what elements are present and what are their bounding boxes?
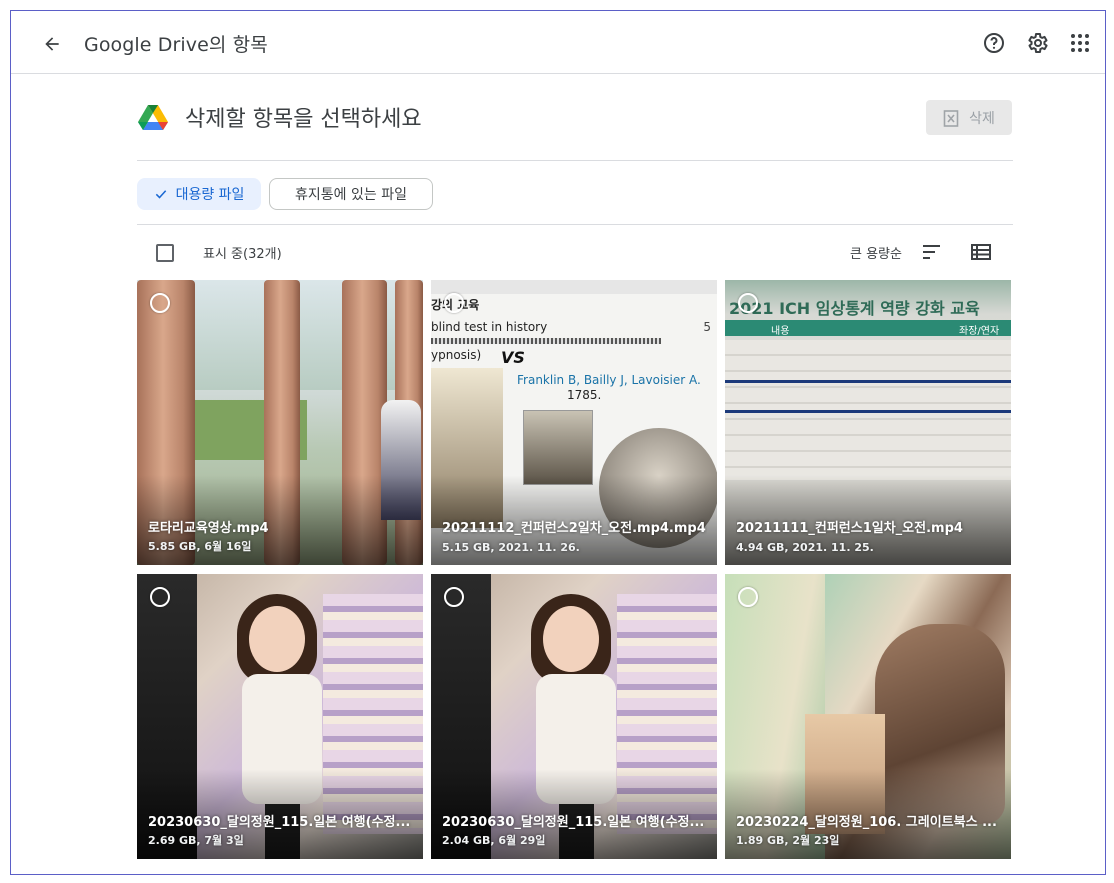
slide-text: ypnosis) — [431, 348, 482, 362]
delete-button[interactable]: 삭제 — [926, 100, 1012, 135]
window-frame: Google Drive의 항목 삭제할 항목을 선택하세요 삭제 대용량 파일… — [10, 10, 1106, 875]
file-meta: 2.69 GB, 7월 3일 — [148, 834, 244, 847]
file-meta: 5.85 GB, 6월 16일 — [148, 540, 252, 553]
slide-text: 1785. — [567, 388, 602, 402]
select-radio[interactable] — [738, 587, 758, 607]
file-name: 20230224_달의정원_106. 그레이트북스 ... — [736, 815, 997, 830]
sort-button[interactable]: 큰 용량순 — [850, 243, 902, 262]
select-radio[interactable] — [150, 293, 170, 313]
select-radio[interactable] — [444, 587, 464, 607]
file-tile[interactable]: 20230630_달의정원_115.일본 여행(수정... 2.69 GB, 7… — [137, 574, 423, 859]
file-name: 20211111_컨퍼런스1일차_오전.mp4 — [736, 521, 963, 536]
back-button[interactable] — [38, 30, 66, 58]
help-circle-icon — [984, 33, 1004, 53]
app-header: Google Drive의 항목 — [11, 11, 1105, 74]
gear-icon — [1028, 33, 1048, 53]
select-radio[interactable] — [738, 293, 758, 313]
file-tile[interactable]: 2021 ICH 임상통계 역량 강화 교육 내용 좌장/연자 20211111… — [725, 280, 1011, 565]
slide-text: blind test in history — [431, 320, 548, 334]
google-drive-logo — [138, 105, 168, 130]
help-button[interactable] — [981, 30, 1007, 56]
file-tile[interactable]: 로타리교육영상.mp4 5.85 GB, 6월 16일 — [137, 280, 423, 565]
filter-chip-label: 대용량 파일 — [175, 187, 245, 203]
file-meta: 5.15 GB, 2021. 11. 26. — [442, 541, 580, 554]
file-tile[interactable]: 20230630_달의정원_115.일본 여행(수정... 2.04 GB, 6… — [431, 574, 717, 859]
divider — [137, 160, 1013, 161]
showing-count: 표시 중(32개) — [203, 247, 282, 262]
filter-chip-trash-files[interactable]: 휴지통에 있는 파일 — [269, 178, 433, 210]
slide-text: 내용 — [771, 326, 790, 337]
slide-text: 좌장/연자 — [959, 326, 1000, 337]
app-title: Google Drive의 항목 — [84, 34, 268, 56]
slide-text: Franklin B, Bailly J, Lavoisier A. — [517, 373, 701, 387]
file-name: 로타리교육영상.mp4 — [148, 521, 269, 536]
page-title: 삭제할 항목을 선택하세요 — [185, 107, 422, 132]
file-meta: 4.94 GB, 2021. 11. 25. — [736, 541, 874, 554]
filter-chip-large-files[interactable]: 대용량 파일 — [137, 178, 261, 210]
select-all-checkbox[interactable] — [156, 244, 174, 262]
apps-grid-icon — [1071, 34, 1089, 52]
delete-icon — [943, 109, 959, 127]
file-name: 20230630_달의정원_115.일본 여행(수정... — [442, 815, 705, 830]
settings-button[interactable] — [1024, 30, 1050, 56]
slide-text: 2021 ICH 임상통계 역량 강화 교육 — [729, 299, 980, 318]
file-name: 20230630_달의정원_115.일본 여행(수정... — [148, 815, 411, 830]
delete-label: 삭제 — [969, 110, 995, 127]
slide-page-number: 5 — [703, 320, 711, 334]
list-view-icon[interactable] — [970, 241, 992, 263]
file-meta: 1.89 GB, 2월 23일 — [736, 834, 840, 847]
file-meta: 2.04 GB, 6월 29일 — [442, 834, 546, 847]
filter-chip-label: 휴지통에 있는 파일 — [295, 187, 407, 203]
divider — [137, 224, 1013, 225]
apps-button[interactable] — [1067, 30, 1093, 56]
file-tile[interactable]: 강의 교육 blind test in history 5 ypnosis) V… — [431, 280, 717, 565]
file-tile[interactable]: 20230224_달의정원_106. 그레이트북스 ... 1.89 GB, 2… — [725, 574, 1011, 859]
sort-icon[interactable] — [921, 241, 943, 263]
check-icon — [155, 190, 166, 199]
file-name: 20211112_컨퍼런스2일차_오전.mp4.mp4 — [442, 521, 706, 536]
arrow-back-icon — [45, 37, 59, 51]
select-radio[interactable] — [150, 587, 170, 607]
select-radio[interactable] — [444, 293, 464, 313]
